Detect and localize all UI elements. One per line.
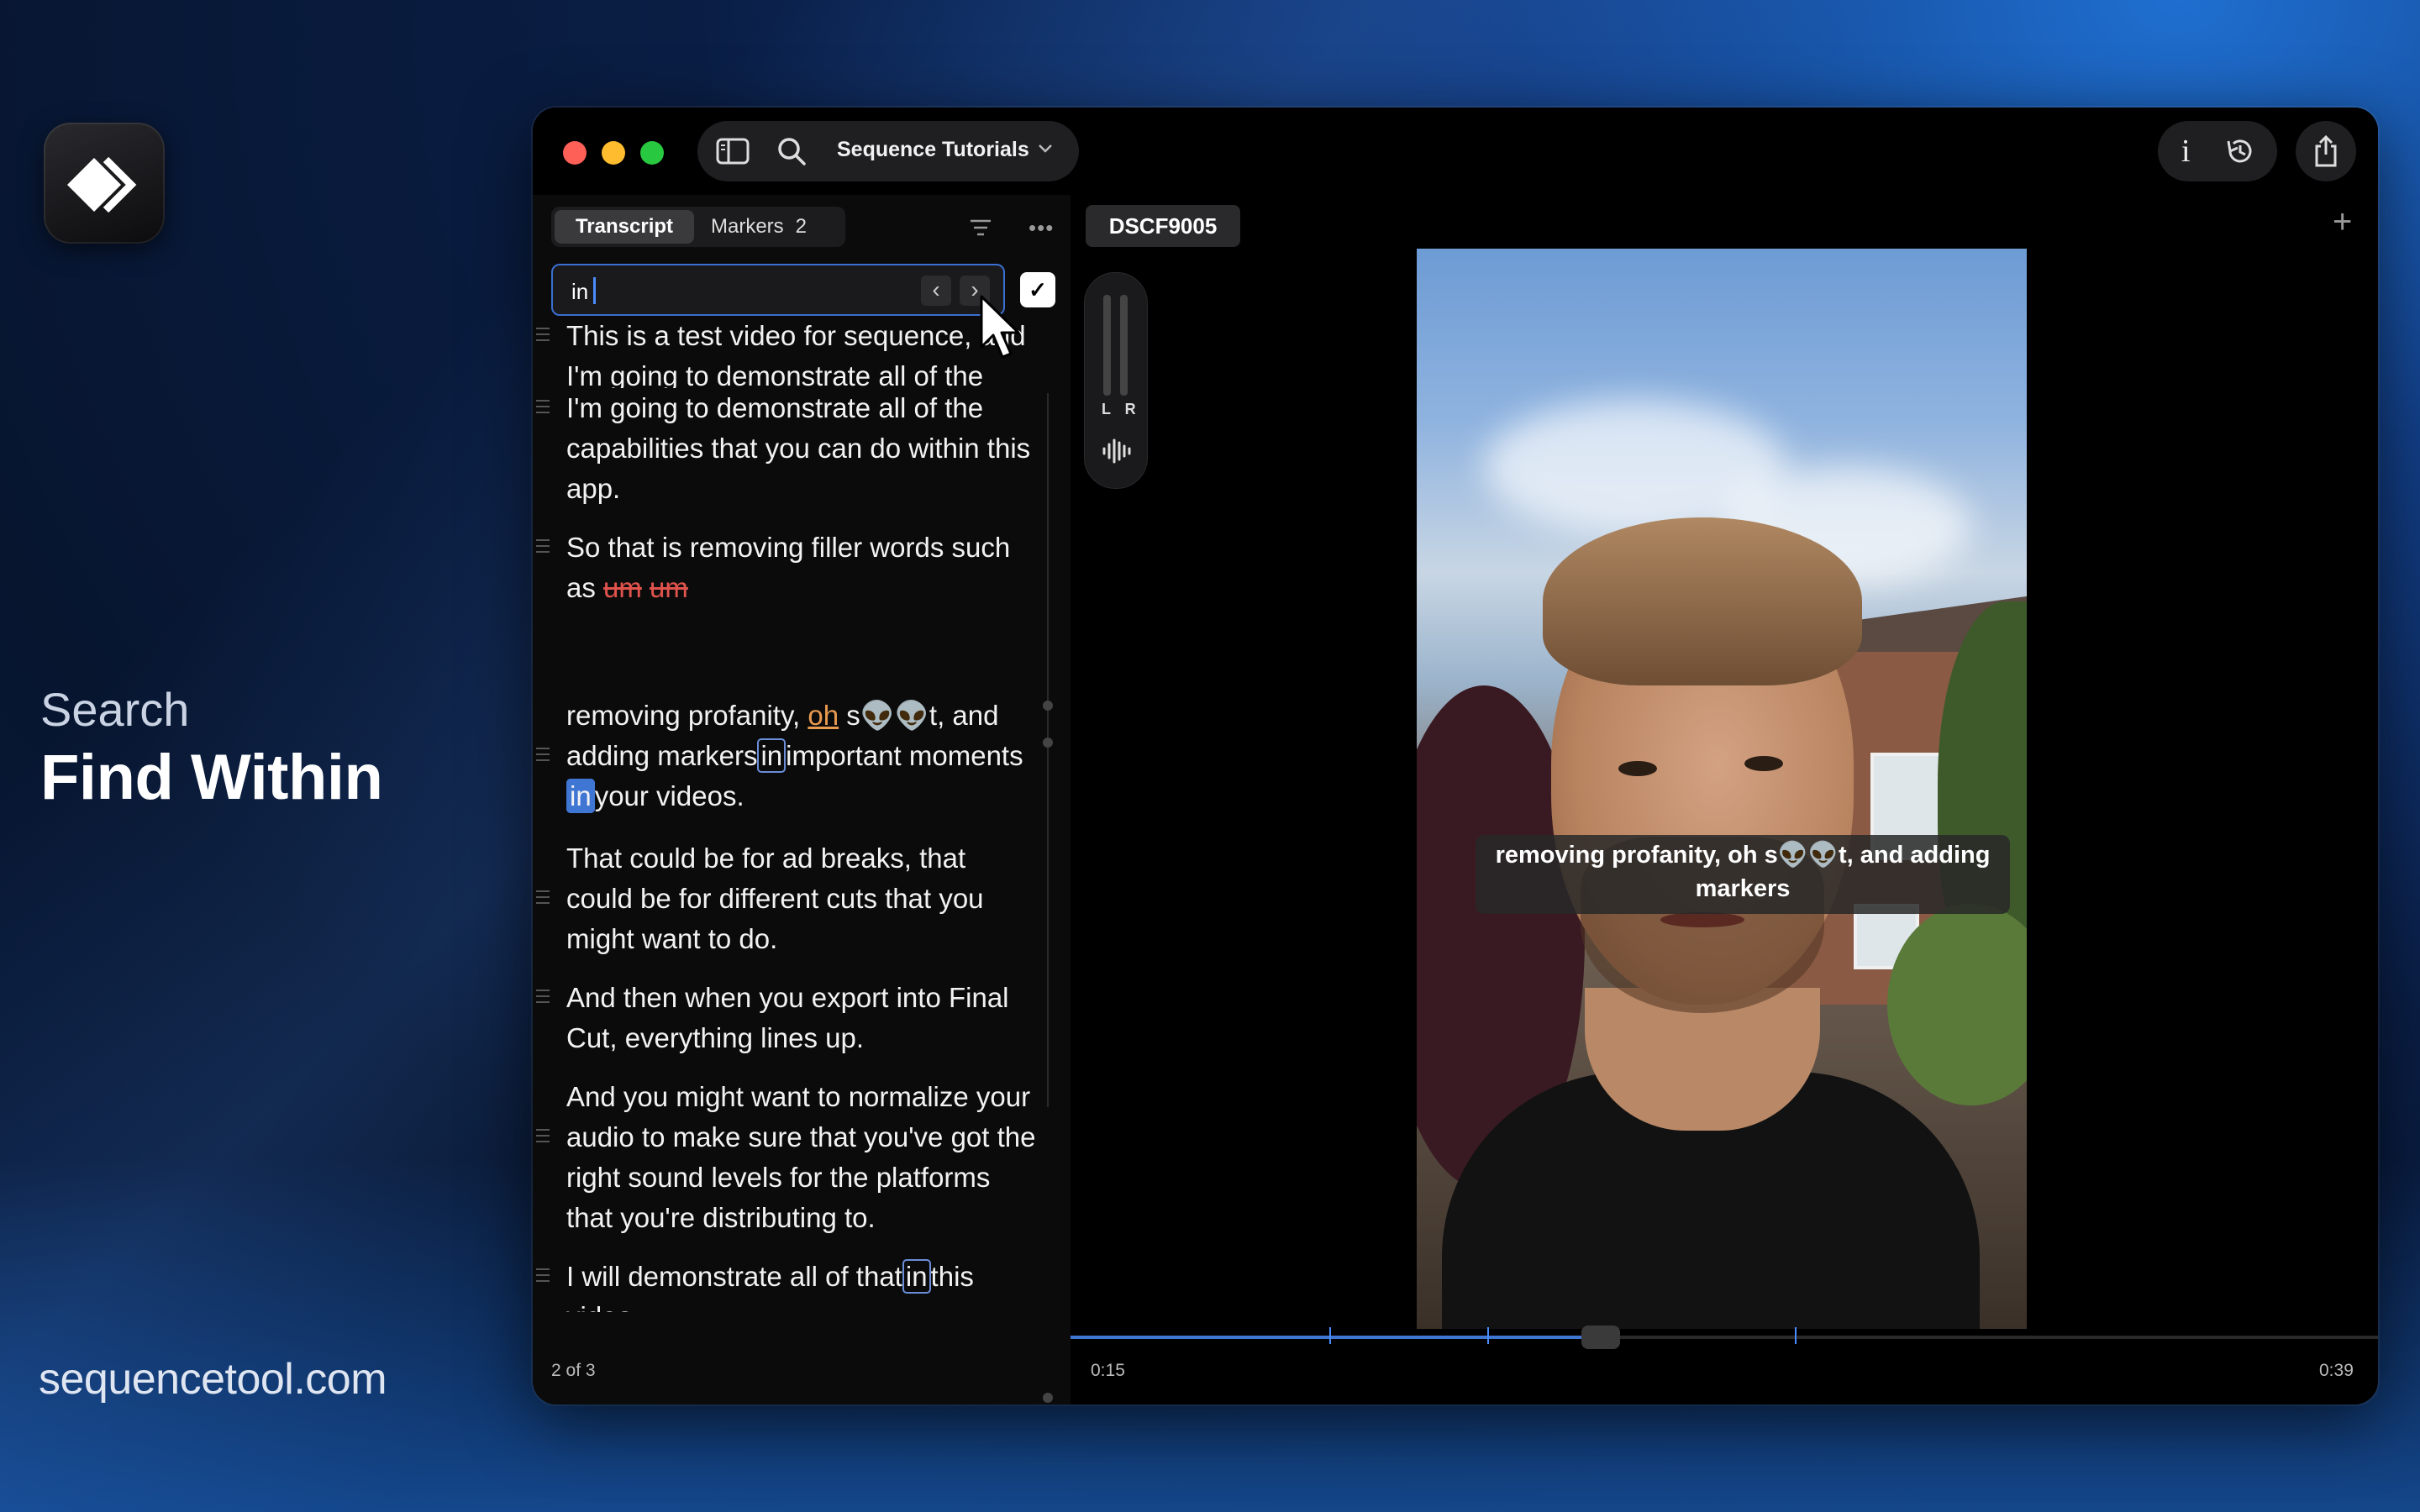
transcript-text: That could be for ad breaks, that could … [566,843,984,954]
drag-handle-icon[interactable] [536,890,550,908]
filler-word[interactable]: um [650,572,688,603]
text-caret [593,277,596,304]
playback-timeline[interactable] [1071,1326,2378,1349]
drag-handle-icon[interactable] [536,400,550,417]
transcript-paragraph[interactable]: removing profanity, oh s👽👽t, and adding … [536,696,1037,816]
add-clip-icon[interactable]: + [2333,203,2352,241]
audio-meter: L R [1084,272,1148,489]
app-window: Sequence Tutorials i Transcript Markers 2… [533,108,2378,1404]
panel-tabs: Transcript Markers 2 [551,207,845,247]
markers-count-badge: 2 [795,215,808,238]
transcript-text: your videos. [594,780,744,811]
viewer-area: DSCF9005 + L R removing profanity, oh s👽… [1071,195,2378,1404]
drag-handle-icon[interactable] [536,328,550,345]
website-url: sequencetool.com [39,1355,387,1404]
marker-tick[interactable] [1795,1327,1797,1344]
meter-bar-left [1103,295,1111,396]
drag-handle-icon[interactable] [536,539,550,557]
person-hair [1543,517,1862,685]
subtitle-caption: removing profanity, oh s👽👽t, and adding … [1476,835,2010,914]
scroll-marker [1043,1393,1053,1403]
person-mouth [1660,912,1744,927]
playback-progress [1071,1336,1606,1339]
drag-handle-icon[interactable] [536,1268,550,1286]
feature-category: Search [40,683,190,736]
drag-handle-icon[interactable] [536,990,550,1007]
chevron-down-icon[interactable] [1037,143,1054,159]
search-icon[interactable] [776,136,807,171]
transcript-text: And you might want to normalize your aud… [566,1081,1036,1233]
feature-title: Find Within [40,742,383,813]
transcript-panel: Transcript Markers 2 ••• This is a test v… [533,195,1072,1404]
current-time: 0:15 [1091,1361,1125,1380]
transcript-text: removing profanity, [566,700,801,731]
marker-tick[interactable] [1487,1327,1489,1344]
transcript-text: important moments [786,740,1023,771]
history-icon[interactable] [2223,134,2257,172]
transcript-body-visible: I'm going to demonstrate all of the capa… [533,388,1071,1312]
profanity-word[interactable]: oh [808,700,839,731]
drag-handle-icon[interactable] [536,1129,550,1147]
total-duration: 0:39 [2319,1361,2354,1380]
match-counter: 2 of 3 [551,1361,596,1380]
transcript-paragraph[interactable]: So that is removing filler words such as… [536,528,1037,608]
transcript-scrollbar[interactable] [1047,393,1049,1107]
chevron-left-icon: ‹ [932,276,940,302]
app-logo-icon [44,123,165,244]
meter-bar-right [1120,295,1128,396]
transcript-paragraph[interactable]: I'm going to demonstrate all of the capa… [536,388,1037,509]
close-window-button[interactable] [563,141,587,165]
minimize-window-button[interactable] [602,141,625,165]
transcript-text: I will demonstrate all of that [566,1261,902,1292]
toolbar-info-group: i [2158,121,2277,181]
transcript-text: markers [657,740,758,771]
transcript-paragraph[interactable]: I will demonstrate all of thatinthis vid… [536,1257,1037,1312]
zoom-window-button[interactable] [640,141,664,165]
search-match[interactable]: in [902,1259,931,1294]
find-bar: in ‹ › [551,264,1005,316]
waveform-icon[interactable] [1102,438,1132,469]
tab-transcript[interactable]: Transcript [555,210,694,244]
search-match[interactable]: in [757,738,786,773]
sidebar-toggle-icon[interactable] [716,138,750,169]
more-options-icon[interactable]: ••• [1028,215,1054,241]
find-done-button[interactable]: ✓ [1020,272,1055,307]
person-eye [1618,761,1657,776]
share-button[interactable] [2296,121,2356,181]
tab-markers[interactable]: Markers 2 [711,210,807,244]
project-selector[interactable]: Sequence Tutorials [837,138,1029,162]
transcript-text: I'm going to demonstrate all of the capa… [566,392,1031,504]
filter-icon[interactable] [970,218,992,241]
transcript-paragraph[interactable]: And then when you export into Final Cut,… [536,978,1037,1058]
toolbar-project-group: Sequence Tutorials [697,121,1079,181]
tab-markers-label: Markers [711,215,784,238]
marker-tick[interactable] [1329,1327,1331,1344]
transcript-paragraph[interactable]: And you might want to normalize your aud… [536,1077,1037,1238]
find-previous-button[interactable]: ‹ [921,276,951,306]
info-icon[interactable]: i [2181,133,2191,170]
person-eye [1744,756,1783,771]
playhead-handle[interactable] [1581,1326,1620,1349]
mouse-cursor-icon [979,295,1023,366]
find-input[interactable]: in [571,279,588,305]
share-icon [2315,134,2337,167]
video-preview[interactable] [1417,249,2027,1329]
scroll-marker [1043,738,1053,748]
meter-channel-label: L R [1102,401,1141,417]
filler-word[interactable]: um [603,572,642,603]
clip-tab[interactable]: DSCF9005 [1086,205,1240,247]
transcript-text: And then when you export into Final Cut,… [566,982,1009,1053]
titlebar: Sequence Tutorials i [533,108,2378,196]
drag-handle-icon[interactable] [536,748,550,765]
transcript-text: This is a test video for sequence, and [566,321,1026,351]
search-match-current[interactable]: in [566,779,595,813]
scroll-marker [1043,701,1053,711]
chevron-right-icon: › [971,276,979,302]
transcript-paragraph[interactable]: That could be for ad breaks, that could … [536,838,1037,959]
